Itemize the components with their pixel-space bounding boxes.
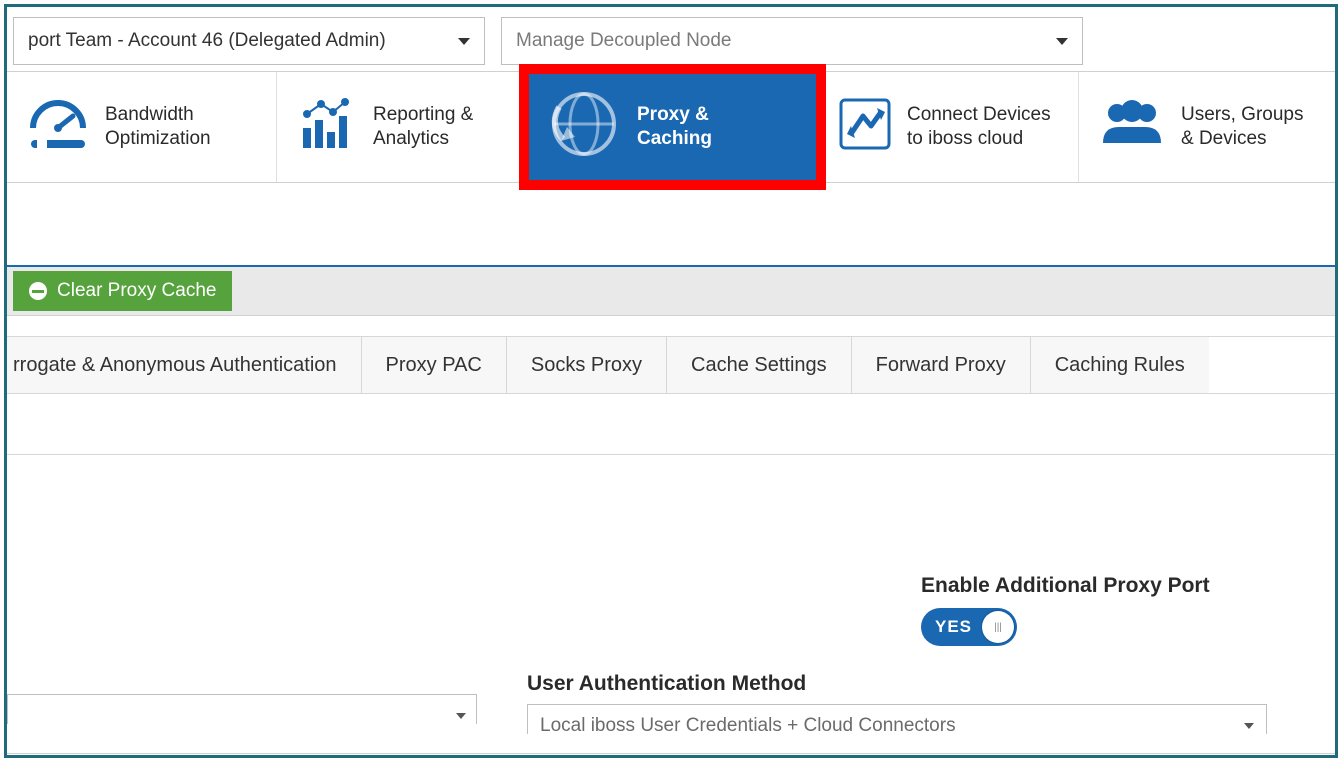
connect-icon [837,96,893,159]
nav-proxy-active[interactable]: Proxy & Caching [527,72,819,182]
tab-label: Caching Rules [1055,354,1185,377]
app-frame: port Team - Account 46 (Delegated Admin)… [4,4,1338,758]
tab-label: Socks Proxy [531,354,642,377]
auth-method-group: User Authentication Method Local iboss U… [527,672,1267,734]
node-select[interactable]: Manage Decoupled Node [501,17,1083,65]
toggle-label: Enable Additional Proxy Port [921,574,1210,598]
nav-bandwidth[interactable]: Bandwidth Optimization [7,72,277,182]
settings-panel: Enable Additional Proxy Port YES ||| Use… [7,394,1335,754]
sub-tabs: rrogate & Anonymous Authentication Proxy… [7,336,1335,394]
nav-label: Reporting & Analytics [373,103,509,151]
tab-label: Forward Proxy [876,354,1006,377]
nav-reporting[interactable]: Reporting & Analytics [277,72,527,182]
nav-label: Users, Groups & Devices [1181,103,1317,151]
selector-row: port Team - Account 46 (Delegated Admin)… [7,7,1335,71]
spacer [7,183,1335,267]
tab-forward-proxy[interactable]: Forward Proxy [852,337,1031,393]
nav-connect[interactable]: Connect Devices to iboss cloud [819,72,1079,182]
account-select-value: port Team - Account 46 (Delegated Admin) [28,30,386,52]
divider [7,454,1335,455]
nav-tiles: Bandwidth Optimization Reporting & Analy… [7,71,1335,183]
account-select[interactable]: port Team - Account 46 (Delegated Admin) [13,17,485,65]
tab-proxy-pac[interactable]: Proxy PAC [362,337,507,393]
auth-method-select[interactable]: Local iboss User Credentials + Cloud Con… [527,704,1267,734]
auth-method-label: User Authentication Method [527,672,1267,696]
chevron-down-icon [1244,723,1254,729]
chevron-down-icon [458,38,470,45]
gauge-icon [25,94,91,161]
tab-label: Proxy PAC [386,354,482,377]
users-icon [1097,97,1167,158]
toggle-state-text: YES [935,617,972,637]
tab-label: rrogate & Anonymous Authentication [13,354,337,377]
nav-label: Bandwidth Optimization [105,103,255,151]
tab-caching-rules[interactable]: Caching Rules [1031,337,1209,393]
globe-arrow-icon [545,85,623,170]
nav-label: Proxy & Caching [637,103,787,151]
enable-additional-port-toggle[interactable]: YES ||| [921,608,1017,646]
tab-label: Cache Settings [691,354,827,377]
left-select-clipped [7,694,477,724]
enable-additional-port-group: Enable Additional Proxy Port YES ||| [921,574,1210,646]
chevron-down-icon [1056,38,1068,45]
button-label: Clear Proxy Cache [57,280,216,302]
clear-proxy-cache-button[interactable]: Clear Proxy Cache [13,271,232,311]
chevron-down-icon [456,713,466,719]
node-select-value: Manage Decoupled Node [516,30,732,52]
action-bar: Clear Proxy Cache [7,267,1335,316]
nav-users[interactable]: Users, Groups & Devices [1079,72,1335,182]
auth-method-value: Local iboss User Credentials + Cloud Con… [540,715,956,734]
minus-circle-icon [29,282,47,300]
tab-surrogate-auth[interactable]: rrogate & Anonymous Authentication [7,337,362,393]
tab-cache-settings[interactable]: Cache Settings [667,337,852,393]
toggle-knob: ||| [982,611,1014,643]
analytics-icon [295,94,359,161]
nav-label: Connect Devices to iboss cloud [907,103,1057,151]
tab-socks-proxy[interactable]: Socks Proxy [507,337,667,393]
left-select[interactable] [7,694,477,724]
